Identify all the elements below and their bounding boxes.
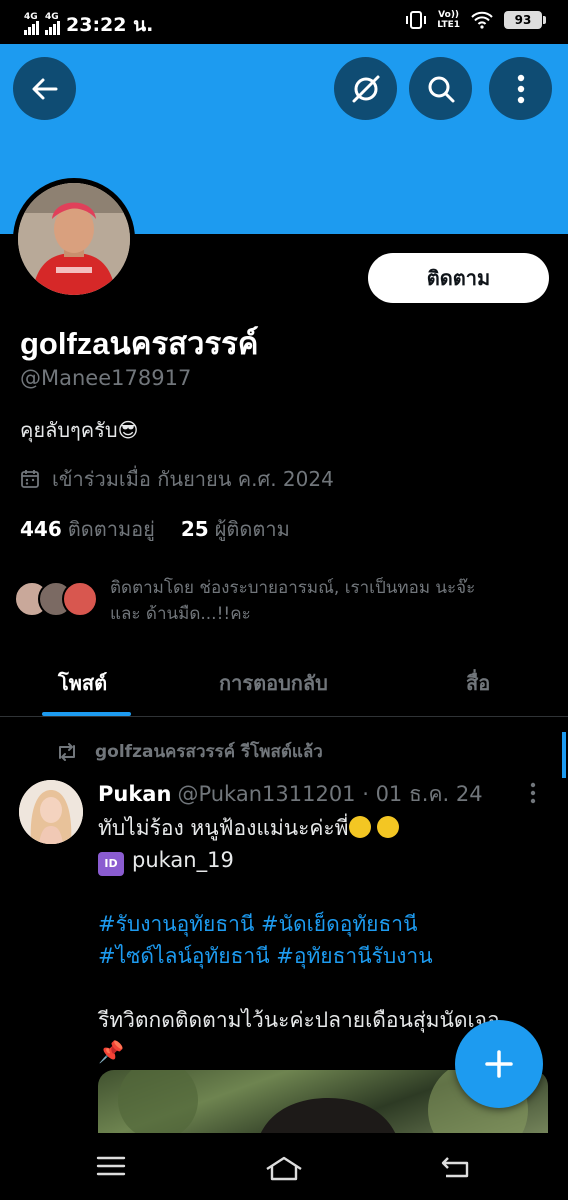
grok-icon [352, 75, 379, 102]
id-badge-icon: ID [98, 852, 124, 876]
post-author-name[interactable]: Pukan [98, 782, 171, 806]
repost-label: golfzaนครสวรรค์ รีโพสต์แล้ว [95, 742, 323, 762]
status-bar: 4G 4G 23:22 น. Vo)) LTE1 93 [0, 0, 568, 44]
network-label-2: 4G [45, 12, 59, 22]
status-time: 23:22 น. [66, 14, 154, 36]
following-link[interactable]: 446 ติดตามอยู่ [20, 513, 155, 545]
post-hashtags-1[interactable]: #รับงานอุทัยธานี #นัดเย็ดอุทัยธานี [98, 908, 548, 940]
followed-by-avatars [14, 581, 98, 627]
post-author-avatar[interactable] [19, 780, 83, 844]
followed-by-text: ติดตามโดย ช่องระบายอารมณ์, เราเป็นทอม นะ… [110, 575, 550, 627]
post-hashtags-2[interactable]: #ไซด์ไลน์อุทัยธานี #อุทัยธานีรับงาน [98, 940, 548, 972]
menu-icon [96, 1156, 126, 1176]
post-line-1: ทับไม่ร้อง หนูฟ้องแม่นะค่ะพี่ [98, 816, 349, 840]
profile-avatar[interactable] [18, 183, 130, 295]
volte-top: Vo)) [438, 10, 460, 20]
more-vertical-icon [530, 782, 536, 804]
joined-text: เข้าร่วมเมื่อ กันยายน ค.ศ. 2024 [52, 467, 334, 491]
followers-count: 25 [180, 517, 209, 541]
mini-avatar [62, 581, 98, 617]
battery-icon: 93 [504, 11, 546, 29]
followed-by-line-2: และ ด้านมืด...!!คะ [110, 604, 251, 624]
post-author-meta: @Pukan1311201 · 01 ธ.ค. 24 [177, 782, 483, 806]
followers-link[interactable]: 25 ผู้ติดตาม [181, 513, 290, 545]
wifi-icon [471, 11, 493, 29]
followers-label: ผู้ติดตาม [214, 517, 290, 541]
tab-replies[interactable]: การตอบกลับ [219, 667, 328, 699]
follow-counts: 446 ติดตามอยู่ 25 ผู้ติดตาม [20, 513, 290, 545]
avatar-photo [18, 183, 130, 295]
back-nav-icon [441, 1157, 469, 1178]
system-nav-bar [0, 1133, 568, 1200]
tab-active-indicator [42, 712, 131, 716]
bio-text: คุยลับๆครับ [20, 418, 118, 442]
compose-fab[interactable] [455, 1020, 543, 1108]
recents-button[interactable] [96, 1155, 126, 1181]
grimace-emoji-icon [377, 816, 400, 838]
back-arrow-icon [32, 78, 57, 99]
calendar-icon [21, 470, 39, 488]
post-line-2: pukan_19 [132, 848, 234, 872]
back-nav-button[interactable] [440, 1155, 472, 1183]
home-icon [266, 1156, 302, 1181]
battery-level: 93 [514, 13, 532, 27]
home-button[interactable] [264, 1155, 304, 1185]
profile-tabs: โพสต์ การตอบกลับ สื่อ [0, 655, 568, 717]
tab-media[interactable]: สื่อ [466, 667, 490, 699]
more-vertical-icon [517, 74, 524, 103]
search-button[interactable] [409, 57, 472, 120]
network-label-1: 4G [24, 12, 38, 22]
joined-date: เข้าร่วมเมื่อ กันยายน ค.ศ. 2024 [20, 463, 334, 495]
sunglasses-emoji: 😎 [117, 418, 139, 442]
follow-button[interactable]: ติดตาม [368, 253, 549, 303]
back-button[interactable] [13, 57, 76, 120]
scrollbar[interactable] [562, 732, 566, 778]
signal-icon-2: 4G [45, 12, 60, 35]
following-count: 446 [20, 517, 62, 541]
user-handle: @Manee178917 [20, 366, 192, 390]
followed-by[interactable]: ติดตามโดย ช่องระบายอารมณ์, เราเป็นทอม นะ… [14, 575, 554, 627]
volte-indicator: Vo)) LTE1 [437, 10, 460, 30]
post-header: Pukan @Pukan1311201 · 01 ธ.ค. 24 [98, 778, 483, 811]
status-right: Vo)) LTE1 93 [405, 10, 546, 30]
profile-avatar-frame [13, 178, 135, 300]
repost-indicator: golfzaนครสวรรค์ รีโพสต์แล้ว [55, 738, 323, 765]
bio: คุยลับๆครับ😎 [20, 414, 138, 446]
followed-by-line-1: ติดตามโดย ช่องระบายอารมณ์, เราเป็นทอม นะ… [110, 578, 476, 598]
search-icon [428, 76, 454, 102]
display-name: golfzaนครสวรรค์ [20, 326, 259, 361]
volte-bottom: LTE1 [437, 20, 460, 30]
grimace-emoji-icon [348, 816, 371, 838]
following-label: ติดตามอยู่ [67, 517, 155, 541]
repost-icon [59, 742, 75, 761]
signal-icon-1: 4G [24, 12, 39, 35]
status-left: 4G 4G 23:22 น. [24, 10, 153, 40]
more-options-button[interactable] [489, 57, 552, 120]
plus-icon [485, 1050, 513, 1078]
post-avatar-photo [19, 780, 83, 844]
grok-button[interactable] [334, 57, 397, 120]
tab-posts[interactable]: โพสต์ [58, 667, 107, 699]
vibrate-icon [406, 11, 427, 29]
post-more-button[interactable] [530, 782, 536, 808]
